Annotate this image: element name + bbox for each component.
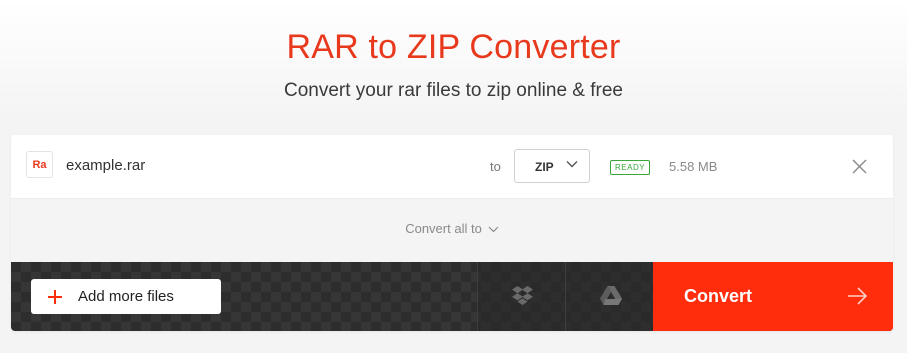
page-title: RAR to ZIP Converter bbox=[286, 28, 621, 66]
to-label: to bbox=[490, 159, 501, 174]
dropbox-button[interactable] bbox=[477, 262, 565, 331]
add-more-files-label: Add more files bbox=[78, 288, 174, 305]
file-row: Ra example.rar to ZIP READY 5.58 MB bbox=[11, 135, 893, 199]
status-badge: READY bbox=[610, 160, 651, 175]
arrow-right-icon bbox=[848, 287, 868, 305]
converter-card: Ra example.rar to ZIP READY 5.58 MB Conv… bbox=[11, 135, 893, 331]
format-value: ZIP bbox=[535, 160, 554, 174]
chevron-down-icon bbox=[488, 226, 499, 233]
format-select[interactable]: ZIP bbox=[514, 149, 590, 183]
google-drive-icon bbox=[600, 286, 622, 305]
google-drive-button[interactable] bbox=[565, 262, 653, 331]
dropbox-icon bbox=[512, 286, 533, 305]
action-bar: Add more files Convert bbox=[11, 262, 893, 331]
chevron-down-icon bbox=[566, 161, 578, 168]
file-name: example.rar bbox=[66, 157, 146, 174]
file-type-badge: Ra bbox=[26, 151, 53, 178]
plus-icon bbox=[48, 290, 62, 304]
convert-all-label: Convert all to bbox=[405, 221, 482, 236]
convert-label: Convert bbox=[684, 286, 753, 306]
convert-button[interactable]: Convert bbox=[653, 262, 893, 331]
page-subtitle: Convert your rar files to zip online & f… bbox=[284, 80, 623, 101]
convert-all-row: Convert all to bbox=[11, 199, 893, 262]
close-icon[interactable] bbox=[852, 159, 867, 174]
convert-all-dropdown[interactable]: Convert all to bbox=[11, 221, 893, 236]
file-size: 5.58 MB bbox=[669, 159, 718, 174]
add-more-files-button[interactable]: Add more files bbox=[31, 279, 221, 314]
